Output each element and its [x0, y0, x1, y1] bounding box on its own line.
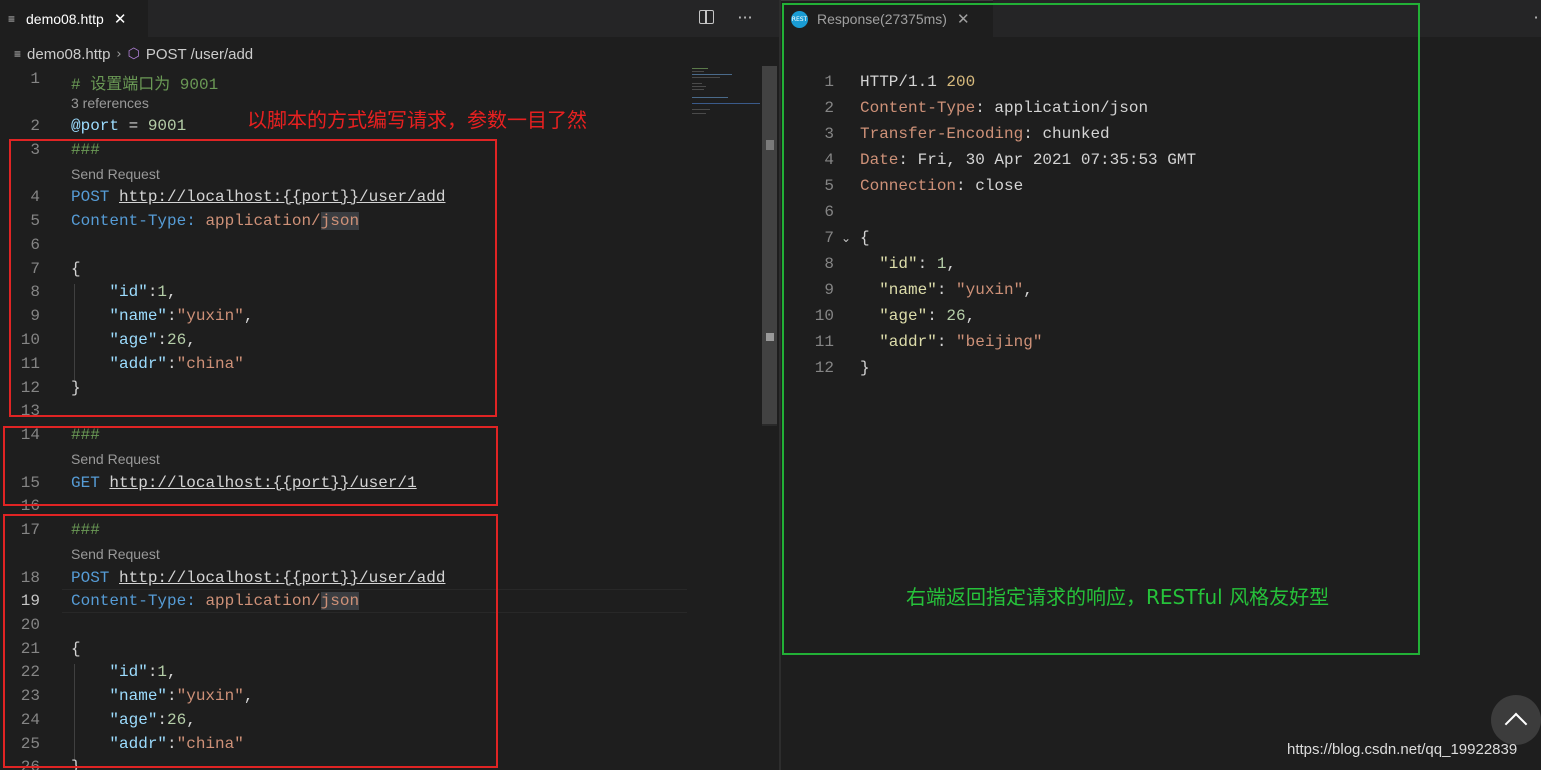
tab-label: demo08.http [26, 10, 104, 27]
chevron-right-icon: › [116, 46, 122, 62]
scroll-to-top-button[interactable] [1491, 695, 1541, 745]
annotation-box-request-3 [3, 514, 498, 768]
annotation-box-request-2 [3, 426, 498, 506]
references-codelens[interactable]: 3 references [71, 95, 149, 111]
line-number: 1 [30, 70, 40, 88]
line-number: 2 [30, 117, 40, 135]
annotation-box-request-1 [9, 139, 497, 417]
file-lines-icon: ≡ [8, 11, 16, 26]
cube-icon: ⬡ [127, 46, 140, 62]
chevron-up-icon [1504, 712, 1528, 736]
split-editor-icon[interactable] [696, 8, 716, 28]
request-editor-pane: ≡ demo08.http ✕ ··· ≡ demo08.http › ⬡ PO… [0, 0, 779, 770]
annotation-text: 以脚本的方式编写请求，参数一目了然 [247, 108, 587, 132]
file-lines-icon: ≡ [14, 47, 22, 61]
variable-name: @port [71, 117, 120, 135]
minimap[interactable] [692, 66, 760, 126]
operator: = [119, 117, 148, 135]
breadcrumb-section[interactable]: POST /user/add [146, 46, 253, 63]
variable-value: 9001 [147, 117, 187, 135]
code-variable-line[interactable]: @port = 9001 [71, 117, 186, 135]
ellipsis-icon[interactable]: ··· [735, 8, 755, 28]
code-comment-line[interactable]: # 设置端口为 9001 [71, 70, 218, 94]
watermark: https://blog.csdn.net/qq_19922839 [1287, 741, 1518, 758]
annotation-text: 右端返回指定请求的响应，RESTful 风格友好型 [906, 585, 1330, 609]
scrollbar-marker [766, 333, 774, 341]
annotation-box-response [782, 3, 1420, 655]
breadcrumb-file[interactable]: demo08.http [27, 46, 110, 63]
scrollbar-marker [766, 140, 774, 150]
ellipsis-icon[interactable]: · [1526, 8, 1541, 28]
editor-tab-bar: ≡ demo08.http ✕ ··· [0, 0, 779, 37]
breadcrumb: ≡ demo08.http › ⬡ POST /user/add [14, 44, 253, 64]
close-icon[interactable]: ✕ [114, 10, 127, 28]
vertical-scrollbar-thumb[interactable] [762, 66, 777, 424]
tab-demo08-http[interactable]: ≡ demo08.http ✕ [0, 0, 148, 37]
